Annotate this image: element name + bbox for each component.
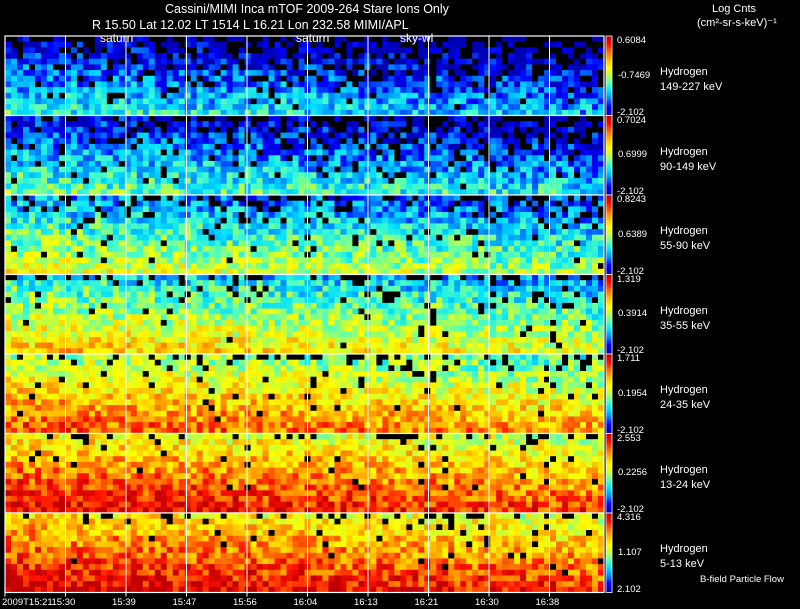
species-label: Hydrogen bbox=[660, 384, 708, 396]
colorbar-mid-label: 0.1954 bbox=[618, 387, 648, 399]
heatmap-panel-2 bbox=[5, 115, 605, 196]
colorbar-mid-label: 1.107 bbox=[618, 546, 642, 558]
colorbar-4 bbox=[606, 274, 612, 355]
x-tick-label: 16:21 bbox=[414, 597, 439, 608]
species-label: Hydrogen bbox=[660, 225, 708, 237]
energy-range-label: 35-55 keV bbox=[660, 319, 711, 332]
colorbar-3 bbox=[606, 195, 612, 275]
species-label: Hydrogen bbox=[660, 304, 708, 317]
species-label: Hydrogen bbox=[660, 66, 708, 78]
x-tick-label: 16:30 bbox=[475, 597, 499, 608]
colorbar-5 bbox=[606, 354, 612, 434]
colorbar-max-label: 1.711 bbox=[617, 353, 641, 364]
colorbar-mid-label: 0.3914 bbox=[618, 308, 648, 320]
heatmap-panel-5 bbox=[5, 354, 605, 434]
heatmap-panel-7 bbox=[5, 513, 605, 593]
colorbar-max-label: 1.319 bbox=[617, 273, 641, 285]
x-tick-label: 15:30 bbox=[51, 597, 76, 608]
heatmap-panel-4 bbox=[5, 274, 605, 355]
colorbar-mid-label: 0.6999 bbox=[618, 149, 648, 161]
energy-range-label: 24-35 keV bbox=[660, 399, 711, 411]
energy-range-label: 13-24 keV bbox=[660, 478, 711, 491]
colorbar-max-label: 0.6084 bbox=[617, 35, 647, 46]
x-tick-label: 16:38 bbox=[535, 597, 560, 608]
ephemeris-line: R 15.50 Lat 12.02 LT 1514 L 16.21 Lon 23… bbox=[92, 18, 409, 32]
x-tick-label: 15:47 bbox=[172, 597, 197, 608]
plot-title: Cassini/MIMI Inca mTOF 2009-264 Stare Io… bbox=[165, 2, 449, 16]
energy-range-label: 90-149 keV bbox=[660, 160, 717, 173]
colorbar-6 bbox=[606, 433, 612, 514]
x-tick-label: 15:56 bbox=[233, 597, 257, 608]
heatmap-panel-6 bbox=[5, 433, 605, 514]
species-label: Hydrogen bbox=[660, 543, 708, 555]
colorbar-max-label: 2.553 bbox=[617, 432, 641, 444]
energy-range-label: 55-90 keV bbox=[660, 240, 711, 252]
x-tick-label: 16:04 bbox=[293, 597, 318, 608]
colorbar-mid-label: 0.2256 bbox=[618, 467, 648, 479]
x-tick-label: 15:39 bbox=[112, 597, 136, 608]
energy-range-label: 5-13 keV bbox=[660, 558, 705, 570]
heatmap-panel-1 bbox=[5, 36, 605, 116]
sky-marker: sky-wl bbox=[400, 31, 434, 45]
colorbar-mid-label: -0.7469 bbox=[618, 69, 651, 81]
colorbar-max-label: 0.8243 bbox=[617, 194, 647, 205]
saturn-marker-1: saturn bbox=[100, 31, 134, 45]
saturn-marker-2: saturn bbox=[296, 31, 330, 45]
colorbar-1 bbox=[606, 36, 612, 116]
species-label: Hydrogen bbox=[660, 145, 708, 158]
colorbar-min-label: 2.102 bbox=[617, 583, 641, 595]
units-subtitle: (cm²-sr-s-keV)⁻¹ bbox=[697, 17, 777, 29]
heatmap-panel-3 bbox=[5, 195, 605, 275]
colorbar-2 bbox=[606, 115, 612, 196]
colorbar-max-label: 4.316 bbox=[617, 512, 641, 523]
energy-range-label: 149-227 keV bbox=[660, 81, 723, 93]
x-tick-label: 16:13 bbox=[354, 597, 378, 608]
colorbar-mid-label: 0.6389 bbox=[618, 228, 648, 240]
bfield-flow-note: B-field Particle Flow bbox=[700, 574, 784, 585]
units-title: Log Cnts bbox=[712, 3, 757, 15]
species-label: Hydrogen bbox=[660, 463, 708, 476]
colorbar-max-label: 0.7024 bbox=[617, 114, 647, 126]
colorbar-7 bbox=[606, 513, 612, 593]
x-tick-label: 2009T15:21 bbox=[2, 597, 53, 608]
